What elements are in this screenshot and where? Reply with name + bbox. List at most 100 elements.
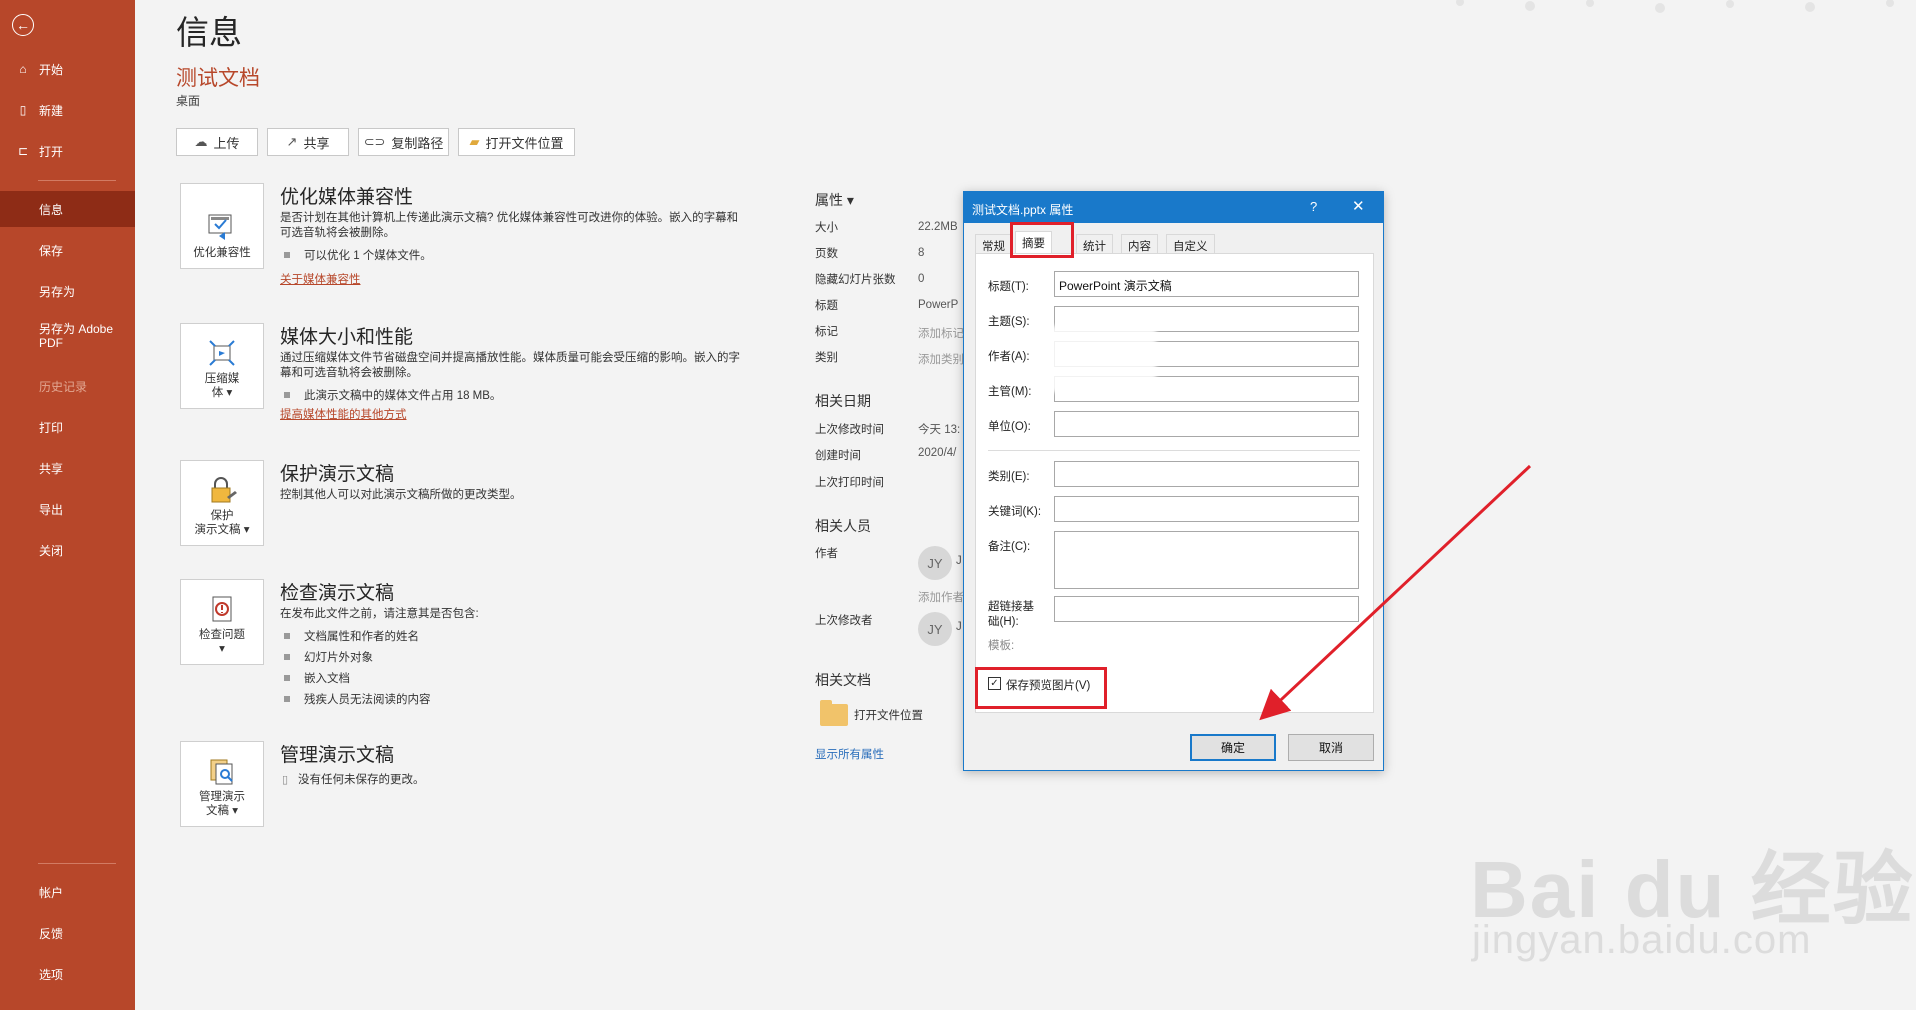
sidebar-item-home[interactable]: ⌂ 开始: [0, 51, 135, 87]
property-value[interactable]: 添加类别: [918, 351, 964, 367]
property-value[interactable]: PowerP: [918, 299, 958, 311]
sidebar-item-save-as-pdf[interactable]: 另存为 Adobe PDF: [0, 322, 135, 356]
ok-button[interactable]: 确定: [1190, 734, 1276, 761]
compress-button-label: 压缩媒: [204, 373, 240, 385]
author-name: J: [956, 555, 962, 567]
avatar: JY: [918, 612, 952, 646]
list-item: 幻灯片外对象: [284, 649, 373, 665]
property-value: 8: [918, 247, 925, 259]
protect-button-label-2: 演示文稿 ▾: [194, 524, 250, 536]
title-label: 标题(T):: [988, 281, 1029, 293]
upload-button[interactable]: ☁ 上传: [176, 128, 258, 156]
properties-heading[interactable]: 属性 ▾: [815, 190, 854, 210]
sidebar-item-label: 帐户: [39, 885, 64, 900]
sidebar-item-save-as[interactable]: 另存为: [0, 273, 135, 309]
compress-section-description: 通过压缩媒体文件节省磁盘空间并提高播放性能。媒体质量可能会受压缩的影响。嵌入的字…: [280, 352, 740, 379]
list-item: 可以优化 1 个媒体文件。: [284, 247, 432, 263]
dialog-title: 测试文档.pptx 属性: [972, 203, 1074, 217]
copy-path-label: 复制路径: [391, 135, 444, 151]
tab-statistics[interactable]: 统计: [1076, 234, 1113, 254]
check-issues-label-2: ▾: [219, 643, 225, 655]
sidebar-item-label: 另存为: [39, 284, 76, 299]
sidebar-item-save[interactable]: 保存: [0, 232, 135, 268]
add-author-link[interactable]: 添加作者: [918, 589, 964, 605]
check-issues-button[interactable]: 检查问题 ▾: [180, 579, 264, 665]
related-documents-heading: 相关文档: [815, 672, 871, 688]
property-label: 上次修改时间: [815, 424, 884, 436]
tab-custom[interactable]: 自定义: [1166, 234, 1215, 254]
summary-panel: 标题(T): PowerPoint 演示文稿 主题(S): 作者(A): 主管(…: [975, 253, 1374, 713]
compress-media-button[interactable]: 压缩媒 体 ▾: [180, 323, 264, 409]
optimize-compatibility-button[interactable]: 优化兼容性: [180, 183, 264, 269]
property-value[interactable]: 添加标记: [918, 325, 964, 341]
sidebar-item-feedback[interactable]: 反馈: [0, 915, 135, 951]
sidebar-item-open[interactable]: ⊏ 打开: [0, 133, 135, 169]
sidebar-item-share[interactable]: 共享: [0, 450, 135, 486]
annotation-box-summary-tab: [1010, 222, 1074, 258]
sidebar-item-print[interactable]: 打印: [0, 409, 135, 445]
annotation-box-checkbox: [975, 667, 1107, 709]
hyperlink-base-field[interactable]: [1054, 596, 1359, 622]
category-label: 类别(E):: [988, 471, 1030, 483]
tab-contents[interactable]: 内容: [1121, 234, 1158, 254]
lock-icon: [207, 475, 237, 505]
document-location: 桌面: [176, 94, 201, 108]
category-field[interactable]: [1054, 461, 1359, 487]
keywords-field[interactable]: [1054, 496, 1359, 522]
manage-section-title: 管理演示文稿: [280, 745, 395, 766]
watermark-url: jingyan.baidu.com: [1472, 918, 1812, 962]
open-folder-icon: ⊏: [17, 144, 29, 158]
property-label: 作者: [815, 548, 838, 560]
sidebar-item-account[interactable]: 帐户: [0, 874, 135, 910]
folder-icon: ▰: [469, 134, 480, 149]
protect-button-label: 保护: [210, 510, 234, 522]
sidebar-item-label: 关闭: [39, 543, 64, 558]
optimize-section-description: 是否计划在其他计算机上传递此演示文稿? 优化媒体兼容性可改进你的体验。嵌入的字幕…: [280, 212, 739, 239]
open-file-location-button[interactable]: ▰ 打开文件位置: [458, 128, 575, 156]
compress-button-label-2: 体 ▾: [211, 387, 233, 399]
protect-presentation-button[interactable]: 保护 演示文稿 ▾: [180, 460, 264, 546]
sidebar-item-close[interactable]: 关闭: [0, 532, 135, 568]
comments-field[interactable]: [1054, 531, 1359, 589]
back-arrow-icon[interactable]: ←: [12, 14, 34, 36]
optimize-section-title: 优化媒体兼容性: [280, 187, 414, 208]
decorative-pattern: [1456, 0, 1894, 13]
sidebar-item-label: 新建: [39, 103, 64, 118]
property-value: 22.2MB: [918, 221, 958, 233]
list-item: 此演示文稿中的媒体文件占用 18 MB。: [284, 387, 501, 403]
sidebar-item-label: 共享: [39, 461, 64, 476]
cancel-button[interactable]: 取消: [1288, 734, 1374, 761]
manage-presentation-button[interactable]: 管理演示 文稿 ▾: [180, 741, 264, 827]
home-icon: ⌂: [19, 62, 27, 76]
property-label: 类别: [815, 352, 838, 364]
share-button[interactable]: ↗ 共享: [267, 128, 349, 156]
media-performance-link[interactable]: 提高媒体性能的其他方式: [280, 406, 407, 422]
tab-general[interactable]: 常规: [975, 234, 1012, 254]
sidebar-item-info[interactable]: 信息: [0, 191, 135, 227]
property-value: 今天 13:: [918, 424, 961, 436]
subject-label: 主题(S):: [988, 316, 1030, 328]
copy-path-button[interactable]: ⊂⊃ 复制路径: [358, 128, 449, 156]
sidebar-item-export[interactable]: 导出: [0, 491, 135, 527]
property-label: 标记: [815, 326, 838, 338]
sidebar-item-new[interactable]: ▯ 新建: [0, 92, 135, 128]
manage-button-label-2: 文稿 ▾: [206, 805, 238, 817]
inspect-document-icon: [207, 594, 237, 624]
share-label: 共享: [303, 135, 330, 151]
company-field[interactable]: [1054, 411, 1359, 437]
media-compatibility-link[interactable]: 关于媒体兼容性: [280, 271, 361, 287]
open-file-location-link[interactable]: 打开文件位置: [854, 707, 923, 723]
manage-button-label: 管理演示: [199, 791, 245, 803]
show-all-properties-link[interactable]: 显示所有属性: [815, 746, 884, 762]
avatar: JY: [918, 546, 952, 580]
close-icon[interactable]: ✕: [1352, 197, 1365, 215]
list-item: 嵌入文档: [284, 670, 350, 686]
sidebar-item-options[interactable]: 选项: [0, 956, 135, 992]
keywords-label: 关键词(K):: [988, 506, 1042, 518]
hyperlink-label-line-1: 超链接基: [988, 601, 1034, 613]
title-field[interactable]: PowerPoint 演示文稿: [1054, 271, 1359, 297]
sidebar-item-label: 打开: [39, 144, 64, 159]
list-item: 文档属性和作者的姓名: [284, 628, 419, 644]
help-icon[interactable]: ?: [1310, 199, 1317, 214]
comments-label: 备注(C):: [988, 541, 1031, 553]
